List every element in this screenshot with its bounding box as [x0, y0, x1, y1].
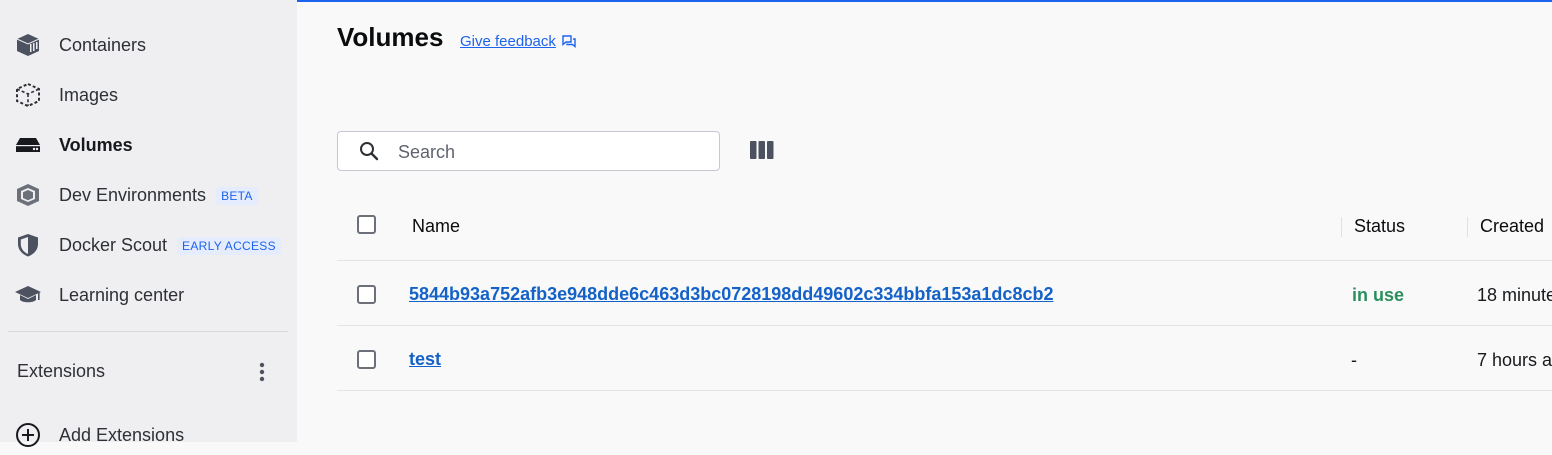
sidebar-item-learning-center[interactable]: Learning center	[0, 275, 297, 315]
sidebar-item-label: Containers	[59, 34, 147, 55]
sidebar-item-containers[interactable]: Containers	[0, 25, 297, 65]
volume-name-link[interactable]: 5844b93a752afb3e948dde6c463d3bc0728198dd…	[409, 284, 1053, 305]
sidebar-item-label-row: Docker Scout EARLY ACCESS	[59, 235, 281, 256]
table-header-row: Name Status Created	[337, 194, 1552, 261]
search-icon	[360, 142, 379, 161]
sidebar-item-label: Dev Environments	[59, 184, 207, 205]
sidebar-item-images[interactable]: Images	[0, 75, 297, 115]
row-checkbox[interactable]	[357, 350, 376, 369]
volume-status: -	[1351, 350, 1357, 370]
sidebar-item-label-row: Dev Environments BETA	[59, 185, 258, 206]
search-box	[337, 131, 720, 171]
sidebar-item-label: Docker Scout	[59, 234, 168, 255]
sidebar-item-dev-environments[interactable]: Dev Environments BETA	[0, 175, 297, 215]
sidebar-item-label: Images	[59, 84, 119, 105]
sidebar-item-label: Add Extensions	[59, 424, 185, 445]
containers-icon	[14, 31, 42, 59]
extensions-title: Extensions	[17, 361, 106, 381]
search-input[interactable]	[396, 137, 700, 167]
sidebar-item-docker-scout[interactable]: Docker Scout EARLY ACCESS	[0, 225, 297, 265]
give-feedback-link[interactable]: Give feedback	[460, 33, 576, 50]
learning-center-icon	[14, 281, 42, 309]
page-title: Volumes	[337, 22, 444, 52]
extensions-menu-icon[interactable]	[252, 358, 272, 386]
table-row[interactable]: 5844b93a752afb3e948dde6c463d3bc0728198dd…	[337, 261, 1552, 326]
column-separator	[1467, 217, 1468, 237]
dev-environments-icon	[14, 181, 42, 209]
volume-name-link[interactable]: test	[409, 349, 441, 370]
volumes-icon	[14, 131, 42, 159]
sidebar-item-label: Learning center	[59, 284, 185, 305]
column-header-name[interactable]: Name	[412, 216, 460, 237]
volume-created: 7 hours a	[1477, 350, 1552, 370]
row-checkbox[interactable]	[357, 285, 376, 304]
main-content: Volumes Give feedback Name Status Creat	[297, 2, 1552, 442]
early-access-badge: EARLY ACCESS	[177, 236, 281, 255]
sidebar-divider	[8, 331, 288, 332]
select-all-checkbox[interactable]	[357, 215, 376, 234]
docker-scout-icon	[14, 231, 42, 259]
sidebar-item-add-extensions[interactable]: Add Extensions	[0, 415, 297, 455]
feedback-icon	[562, 35, 576, 48]
give-feedback-label: Give feedback	[460, 33, 556, 50]
images-icon	[14, 81, 42, 109]
sidebar-item-label: Volumes	[59, 134, 133, 155]
column-header-status[interactable]: Status	[1354, 216, 1405, 237]
sidebar: Containers Images Volumes Dev Environmen…	[0, 0, 297, 447]
sidebar-item-volumes[interactable]: Volumes	[0, 125, 297, 165]
column-separator	[1341, 217, 1342, 237]
columns-toggle-icon[interactable]	[749, 139, 779, 163]
volume-status: in use	[1352, 285, 1405, 305]
table-row[interactable]: test - 7 hours a	[337, 326, 1552, 391]
beta-badge: BETA	[216, 186, 258, 205]
column-header-created[interactable]: Created	[1480, 216, 1544, 237]
add-circle-icon	[14, 421, 42, 449]
volume-created: 18 minute	[1477, 285, 1552, 305]
